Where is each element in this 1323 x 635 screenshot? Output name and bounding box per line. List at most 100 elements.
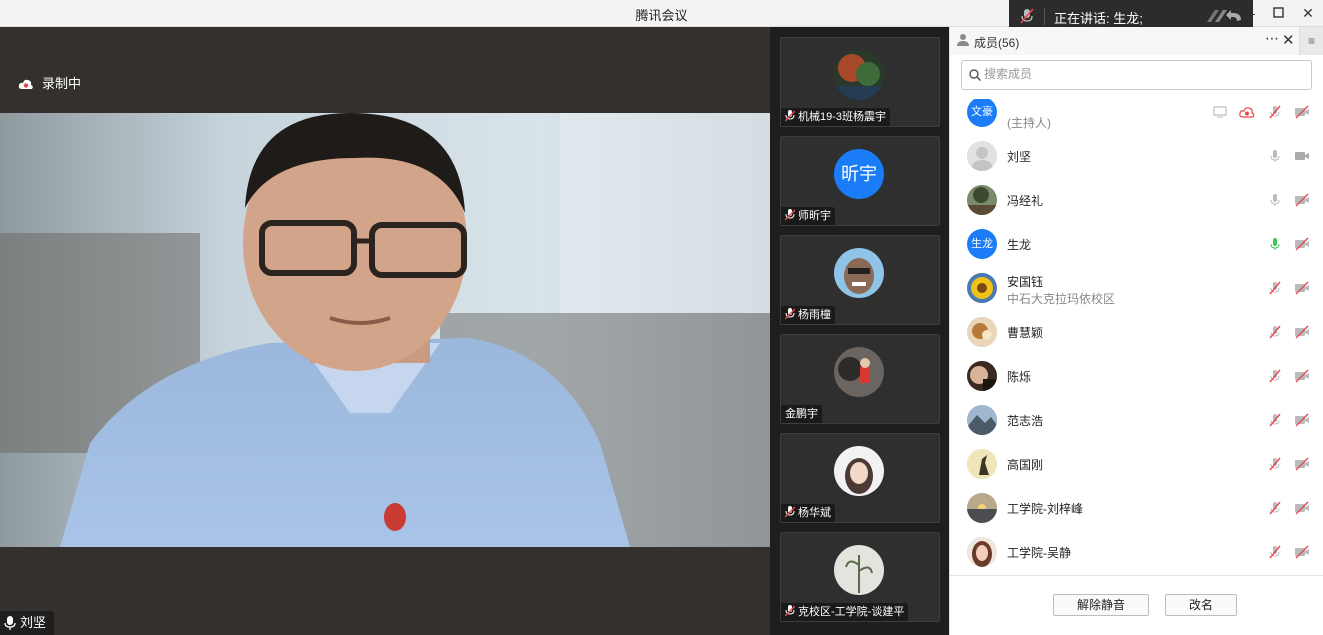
member-search[interactable]: [961, 60, 1312, 90]
share-icon[interactable]: [1205, 8, 1245, 27]
member-status-icons: [1260, 325, 1310, 341]
member-row[interactable]: 文豪 (主持人): [950, 99, 1323, 135]
camera-icon[interactable]: [1294, 149, 1310, 168]
mic-icon[interactable]: [1268, 149, 1282, 168]
mic-muted-icon[interactable]: [1268, 413, 1282, 432]
member-status-icons: [1260, 281, 1310, 297]
avatar: [834, 446, 884, 496]
member-status-icons: [1260, 545, 1310, 561]
member-row[interactable]: 范志浩: [950, 399, 1323, 443]
mic-active-icon[interactable]: [1268, 237, 1282, 256]
speaking-text: 正在讲话: 生龙;: [1054, 11, 1143, 26]
avatar: [967, 405, 997, 435]
member-row[interactable]: 刘坚: [950, 135, 1323, 179]
member-name: 冯经礼: [1007, 194, 1044, 208]
thumbnail-name: 机械19-3班杨震宇: [798, 111, 887, 123]
close-panel-button[interactable]: ✕: [1282, 31, 1295, 49]
member-row[interactable]: 曹慧颖: [950, 311, 1323, 355]
camera-off-icon[interactable]: [1294, 369, 1310, 388]
thumbnail-name-tag: 机械19-3班杨震宇: [781, 108, 891, 126]
mic-muted-icon[interactable]: [1268, 325, 1282, 344]
mic-muted-icon[interactable]: [1268, 105, 1282, 124]
mic-muted-icon: [784, 506, 796, 518]
video-thumbnail[interactable]: 克校区-工学院-谈建平: [780, 532, 940, 622]
video-thumbnail[interactable]: 昕宇 师昕宇: [780, 136, 940, 226]
mic-icon: [4, 616, 16, 630]
member-name: 生龙: [1007, 238, 1032, 252]
avatar: [834, 545, 884, 595]
mic-icon[interactable]: [1268, 193, 1282, 212]
member-row[interactable]: 冯经礼: [950, 179, 1323, 223]
member-role: (主持人): [1007, 116, 1051, 130]
main-stage: 录制中 刘坚: [0, 27, 770, 635]
video-thumbnail[interactable]: 杨华斌: [780, 433, 940, 523]
member-row[interactable]: 高国刚: [950, 443, 1323, 487]
video-thumbnail[interactable]: 金鹏宇: [780, 334, 940, 424]
mic-muted-icon: [1020, 8, 1034, 27]
mic-muted-icon[interactable]: [1268, 501, 1282, 520]
avatar: [834, 347, 884, 397]
camera-off-icon[interactable]: [1294, 193, 1310, 212]
avatar: [967, 493, 997, 523]
rename-button[interactable]: 改名: [1165, 594, 1237, 616]
avatar: [834, 248, 884, 298]
avatar: [967, 273, 997, 303]
video-thumbnail-strip: 机械19-3班杨震宇 昕宇 师昕宇 杨雨橦 金鹏宇 杨华斌 克校区-工学院-谈建…: [770, 27, 949, 635]
camera-off-icon[interactable]: [1294, 457, 1310, 476]
unmute-all-button[interactable]: 解除静音: [1053, 594, 1149, 616]
mic-muted-icon[interactable]: [1268, 545, 1282, 564]
member-row[interactable]: 生龙 生龙: [950, 223, 1323, 267]
members-panel: 成员(56) ⋯ ✕ 文豪 (主持人) 刘坚: [949, 27, 1323, 635]
screen-share-icon: [1213, 105, 1227, 124]
member-status-icons: [1205, 105, 1310, 121]
panel-menu-icon[interactable]: ≡: [1299, 27, 1323, 55]
mic-muted-icon: [784, 605, 796, 617]
camera-off-icon[interactable]: [1294, 545, 1310, 564]
member-status-icons: [1260, 457, 1310, 473]
divider: [1044, 8, 1045, 25]
camera-off-icon[interactable]: [1294, 501, 1310, 520]
video-thumbnail[interactable]: 杨雨橦: [780, 235, 940, 325]
video-thumbnail[interactable]: 机械19-3班杨震宇: [780, 37, 940, 127]
close-window-button[interactable]: ✕: [1297, 3, 1319, 23]
search-input[interactable]: [984, 67, 1294, 81]
camera-off-icon[interactable]: [1294, 281, 1310, 300]
mic-muted-icon: [784, 110, 796, 122]
mic-muted-icon[interactable]: [1268, 369, 1282, 388]
avatar: [967, 141, 997, 171]
avatar: [967, 537, 997, 567]
thumbnail-name-tag: 师昕宇: [781, 207, 835, 225]
camera-off-icon[interactable]: [1294, 105, 1310, 124]
camera-off-icon[interactable]: [1294, 413, 1310, 432]
member-name: 工学院-吴静: [1007, 546, 1071, 560]
mic-muted-icon: [784, 308, 796, 320]
thumbnail-name-tag: 金鹏宇: [781, 405, 822, 423]
main-video[interactable]: [0, 113, 770, 547]
thumbnail-name-tag: 杨华斌: [781, 504, 835, 522]
members-panel-title: 成员(56): [974, 36, 1020, 50]
members-panel-header: 成员(56) ⋯ ✕: [950, 27, 1323, 55]
more-options-button[interactable]: ⋯: [1265, 30, 1280, 47]
member-row[interactable]: 陈烁: [950, 355, 1323, 399]
thumbnail-name: 杨雨橦: [798, 309, 831, 321]
mic-muted-icon[interactable]: [1268, 281, 1282, 300]
mic-muted-icon[interactable]: [1268, 457, 1282, 476]
member-row[interactable]: 安国钰 中石大克拉玛依校区: [950, 267, 1323, 311]
member-status-icons: [1260, 501, 1310, 517]
member-org: 中石大克拉玛依校区: [1007, 292, 1116, 306]
member-row[interactable]: 工学院-吴静: [950, 531, 1323, 573]
member-row[interactable]: 工学院-刘梓峰: [950, 487, 1323, 531]
thumbnail-name-tag: 杨雨橦: [781, 306, 835, 324]
member-name: 高国刚: [1007, 458, 1044, 472]
camera-off-icon[interactable]: [1294, 325, 1310, 344]
member-name: 工学院-刘梓峰: [1007, 502, 1083, 516]
members-list: 文豪 (主持人) 刘坚 冯经礼 生龙 生龙 安国钰 中石大克拉玛依校区 曹慧颖 …: [950, 99, 1323, 573]
avatar: [967, 449, 997, 479]
main-video-name-tag: 刘坚: [0, 611, 55, 635]
camera-off-icon[interactable]: [1294, 237, 1310, 256]
avatar: 生龙: [967, 229, 997, 259]
recording-indicator[interactable]: 录制中: [18, 73, 81, 92]
cloud-record-icon: [18, 79, 33, 89]
maximize-button[interactable]: [1267, 3, 1289, 23]
member-name: 陈烁: [1007, 370, 1032, 384]
